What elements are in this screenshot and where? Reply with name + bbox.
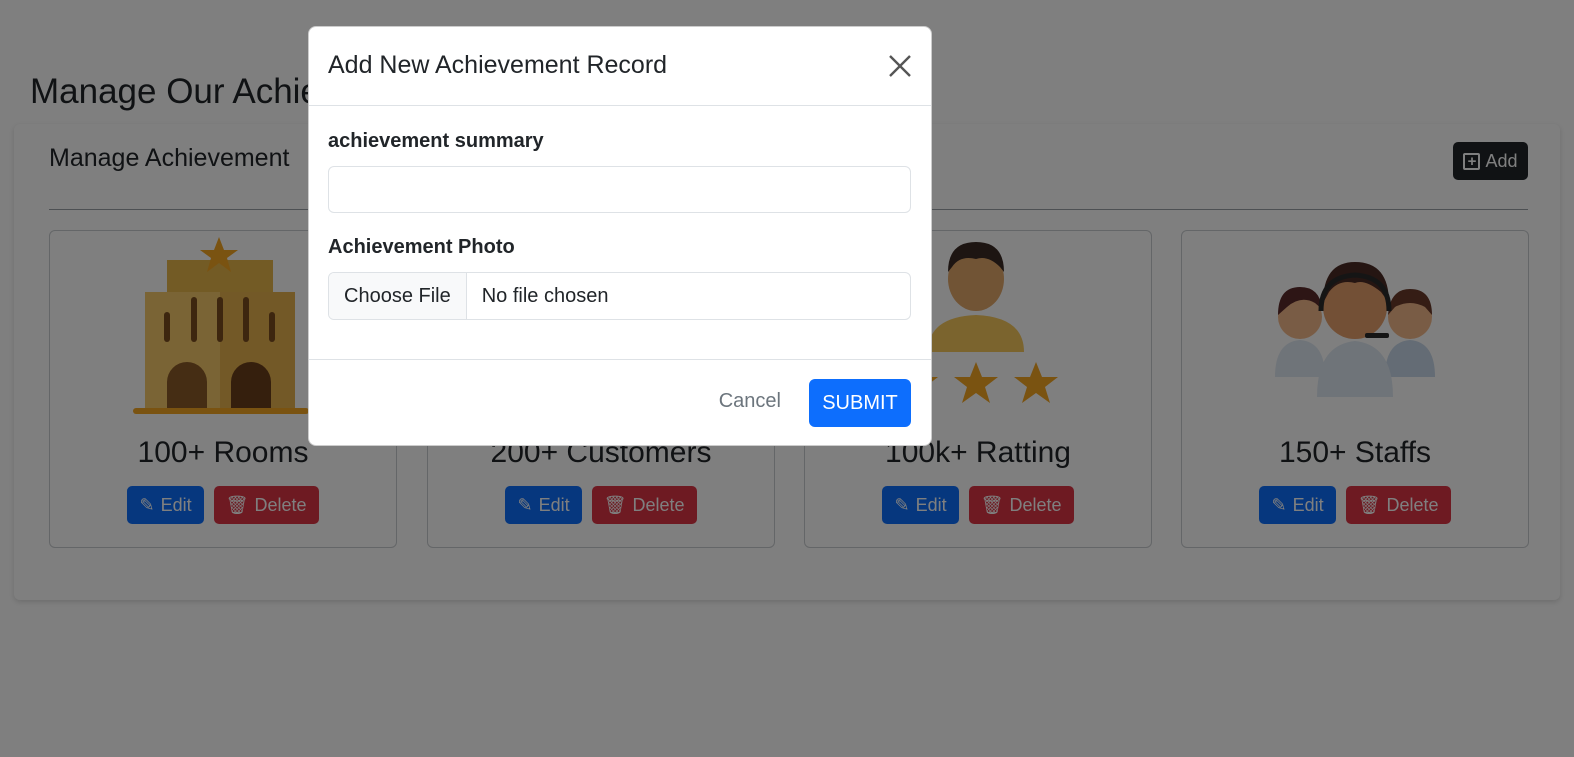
choose-file-button[interactable]: Choose File [329,273,467,319]
modal-body: achievement summary Achievement Photo Ch… [309,106,931,360]
summary-label: achievement summary [328,130,544,152]
modal-title: Add New Achievement Record [328,51,668,79]
photo-file-input[interactable]: Choose File No file chosen [328,272,911,320]
close-icon [889,55,911,77]
close-button[interactable] [887,53,913,79]
modal-header: Add New Achievement Record [309,27,931,106]
cancel-button[interactable]: Cancel [719,390,781,413]
summary-input[interactable] [328,166,911,213]
photo-label: Achievement Photo [328,236,515,258]
modal-footer: Cancel SUBMIT [309,360,931,446]
add-achievement-modal: Add New Achievement Record achievement s… [308,26,932,446]
file-status: No file chosen [481,284,609,307]
submit-button[interactable]: SUBMIT [809,379,911,427]
